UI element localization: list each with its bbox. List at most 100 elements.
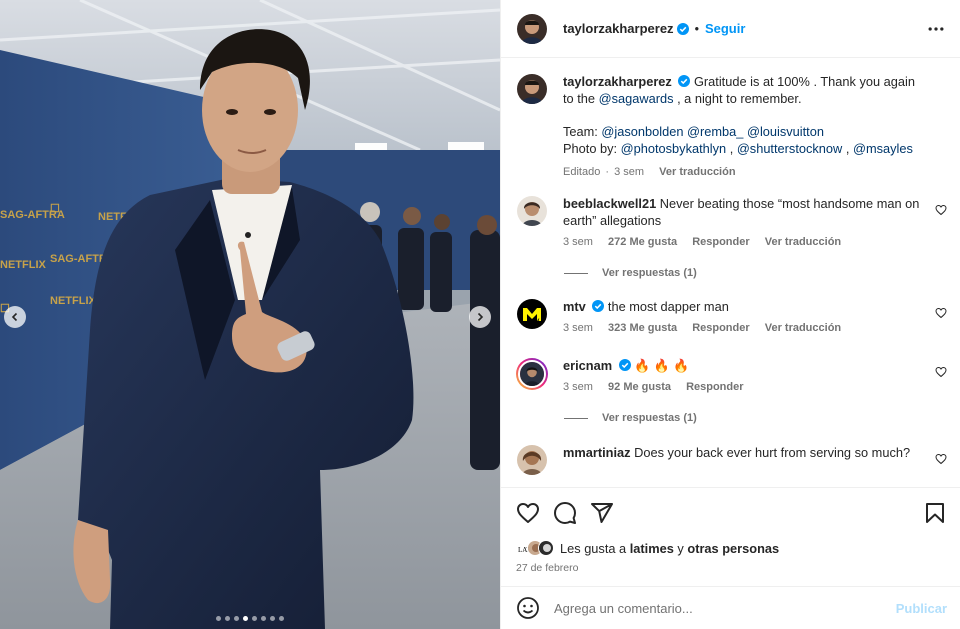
view-replies-button[interactable]: Ver respuestas (1) (564, 267, 947, 279)
author-username[interactable]: taylorzakharperez (563, 21, 674, 36)
more-icon (928, 26, 944, 31)
photo-scene: SAG-AFTRA ☐ NETFLIX NETFLIX SAG-AFTRA ☐ … (0, 0, 500, 629)
post-photo: SAG-AFTRA ☐ NETFLIX NETFLIX SAG-AFTRA ☐ … (0, 0, 500, 629)
post-side-panel: taylorzakharperez • Seguir taylorzakharp… (500, 0, 960, 629)
comments-list[interactable]: taylorzakharperez Gratitude is at 100% .… (501, 59, 960, 487)
translate-link[interactable]: Ver traducción (765, 236, 841, 248)
carousel-prev-button[interactable] (4, 306, 26, 328)
view-replies-button[interactable]: Ver respuestas (1) (564, 412, 947, 424)
comment-icon[interactable] (553, 501, 577, 525)
comment-meta: 3 sem 92 Me gusta Responder (563, 380, 929, 394)
caption-team-label: Team: (563, 124, 598, 139)
post-actions: LAT Les gusta a latimes y otras personas… (501, 487, 960, 574)
comment-like-icon[interactable] (935, 366, 947, 378)
comment-like-icon[interactable] (935, 453, 947, 465)
comment-body: beeblackwell21 Never beating those “most… (563, 195, 929, 249)
reply-button[interactable]: Responder (686, 381, 743, 393)
carousel-dot (279, 616, 284, 621)
svg-text:☐: ☐ (50, 203, 60, 215)
bookmark-icon[interactable] (923, 501, 947, 525)
commenter-username[interactable]: beeblackwell21 (563, 196, 656, 211)
liker-avatar (538, 540, 554, 556)
comment-text: the most dapper man (607, 299, 729, 314)
svg-text:NETFLIX: NETFLIX (50, 295, 96, 307)
heart-icon[interactable] (516, 501, 540, 525)
likes-summary[interactable]: LAT Les gusta a latimes y otras personas (516, 540, 947, 556)
post-caption: taylorzakharperez Gratitude is at 100% .… (517, 73, 947, 179)
comment-input[interactable] (554, 600, 896, 616)
mention-louisvuitton[interactable]: @louisvuitton (747, 124, 824, 139)
caption-time[interactable]: 3 sem (614, 166, 644, 178)
mention-jasonbolden[interactable]: @jasonbolden (601, 124, 683, 139)
commenter-username[interactable]: mtv (563, 299, 586, 314)
comment-text: 🔥 🔥 🔥 (634, 358, 690, 373)
carousel-dot (270, 616, 275, 621)
chevron-left-icon (11, 312, 18, 322)
comment-like-icon[interactable] (935, 204, 947, 216)
caption-text-rest: , a night to remember. (677, 91, 802, 106)
reply-button[interactable]: Responder (692, 322, 749, 334)
header-separator: • (694, 21, 699, 36)
verified-icon (678, 75, 691, 87)
comment-meta: 3 sem 272 Me gusta Responder Ver traducc… (563, 235, 929, 249)
caption-body: taylorzakharperez Gratitude is at 100% .… (563, 73, 929, 179)
caption-comma: , (845, 141, 850, 156)
comment-likes[interactable]: 323 Me gusta (608, 322, 677, 334)
edited-label: Editado (563, 166, 601, 178)
caption-translate-link[interactable]: Ver traducción (659, 166, 735, 178)
verified-icon (618, 359, 631, 371)
caption-text-the: the (577, 91, 596, 106)
translate-link[interactable]: Ver traducción (765, 322, 841, 334)
comment-time[interactable]: 3 sem (563, 322, 593, 334)
carousel-next-button[interactable] (469, 306, 491, 328)
mention-shutterstocknow[interactable]: @shutterstocknow (737, 141, 842, 156)
commenter-avatar[interactable]: tv (517, 299, 547, 329)
carousel-dot (234, 616, 239, 621)
replies-divider (564, 272, 588, 274)
more-options-button[interactable] (926, 19, 946, 39)
likes-user[interactable]: latimes (630, 541, 674, 556)
commenter-username[interactable]: ericnam (563, 358, 612, 373)
comment-time[interactable]: 3 sem (563, 381, 593, 393)
publish-button[interactable]: Publicar (896, 601, 947, 616)
author-avatar[interactable] (517, 13, 547, 44)
comment-body: mmartiniaz Does your back ever hurt from… (563, 444, 929, 461)
reply-button[interactable]: Responder (692, 236, 749, 248)
verified-icon (676, 22, 689, 35)
commenter-avatar-story[interactable] (516, 358, 548, 390)
commenter-username[interactable]: mmartiniaz (563, 445, 631, 460)
comment-time[interactable]: 3 sem (563, 236, 593, 248)
action-bar (516, 500, 947, 526)
carousel-dot (225, 616, 230, 621)
caption-username[interactable]: taylorzakharperez (563, 74, 672, 89)
caption-avatar[interactable] (517, 74, 547, 104)
mention-remba[interactable]: @remba_ (687, 124, 743, 139)
comment-body: ericnam 🔥 🔥 🔥 3 sem 92 Me gusta Responde… (563, 357, 929, 394)
follow-button[interactable]: Seguir (705, 21, 745, 36)
likes-prefix: Les gusta a (560, 540, 627, 556)
svg-text:NETFLIX: NETFLIX (0, 259, 46, 271)
mention-sagawards[interactable]: @sagawards (599, 91, 674, 106)
replies-divider (564, 417, 588, 419)
comment-likes[interactable]: 272 Me gusta (608, 236, 677, 248)
post-date[interactable]: 27 de febrero (516, 562, 947, 574)
likes-joiner: y (677, 540, 684, 556)
comment-like-icon[interactable] (935, 307, 947, 319)
comment-text: Does your back ever hurt from serving so… (634, 445, 911, 460)
comment-item: mmartiniaz Does your back ever hurt from… (517, 444, 947, 475)
comment-composer: Publicar (501, 586, 960, 629)
caption-photo-label: Photo by: (563, 141, 618, 156)
likes-others[interactable]: otras personas (687, 541, 779, 556)
caption-comma: , (729, 141, 734, 156)
caption-meta: Editado · 3 sem Ver traducción (563, 165, 929, 179)
commenter-avatar[interactable] (517, 196, 547, 226)
comment-likes[interactable]: 92 Me gusta (608, 381, 671, 393)
mention-msayles[interactable]: @msayles (853, 141, 913, 156)
share-icon[interactable] (590, 501, 614, 525)
emoji-icon[interactable] (516, 596, 540, 620)
carousel-dot (243, 616, 248, 621)
mention-photosbykathlyn[interactable]: @photosbykathlyn (621, 141, 726, 156)
commenter-avatar[interactable] (517, 445, 547, 475)
post-header: taylorzakharperez • Seguir (501, 0, 960, 58)
carousel-dot (216, 616, 221, 621)
